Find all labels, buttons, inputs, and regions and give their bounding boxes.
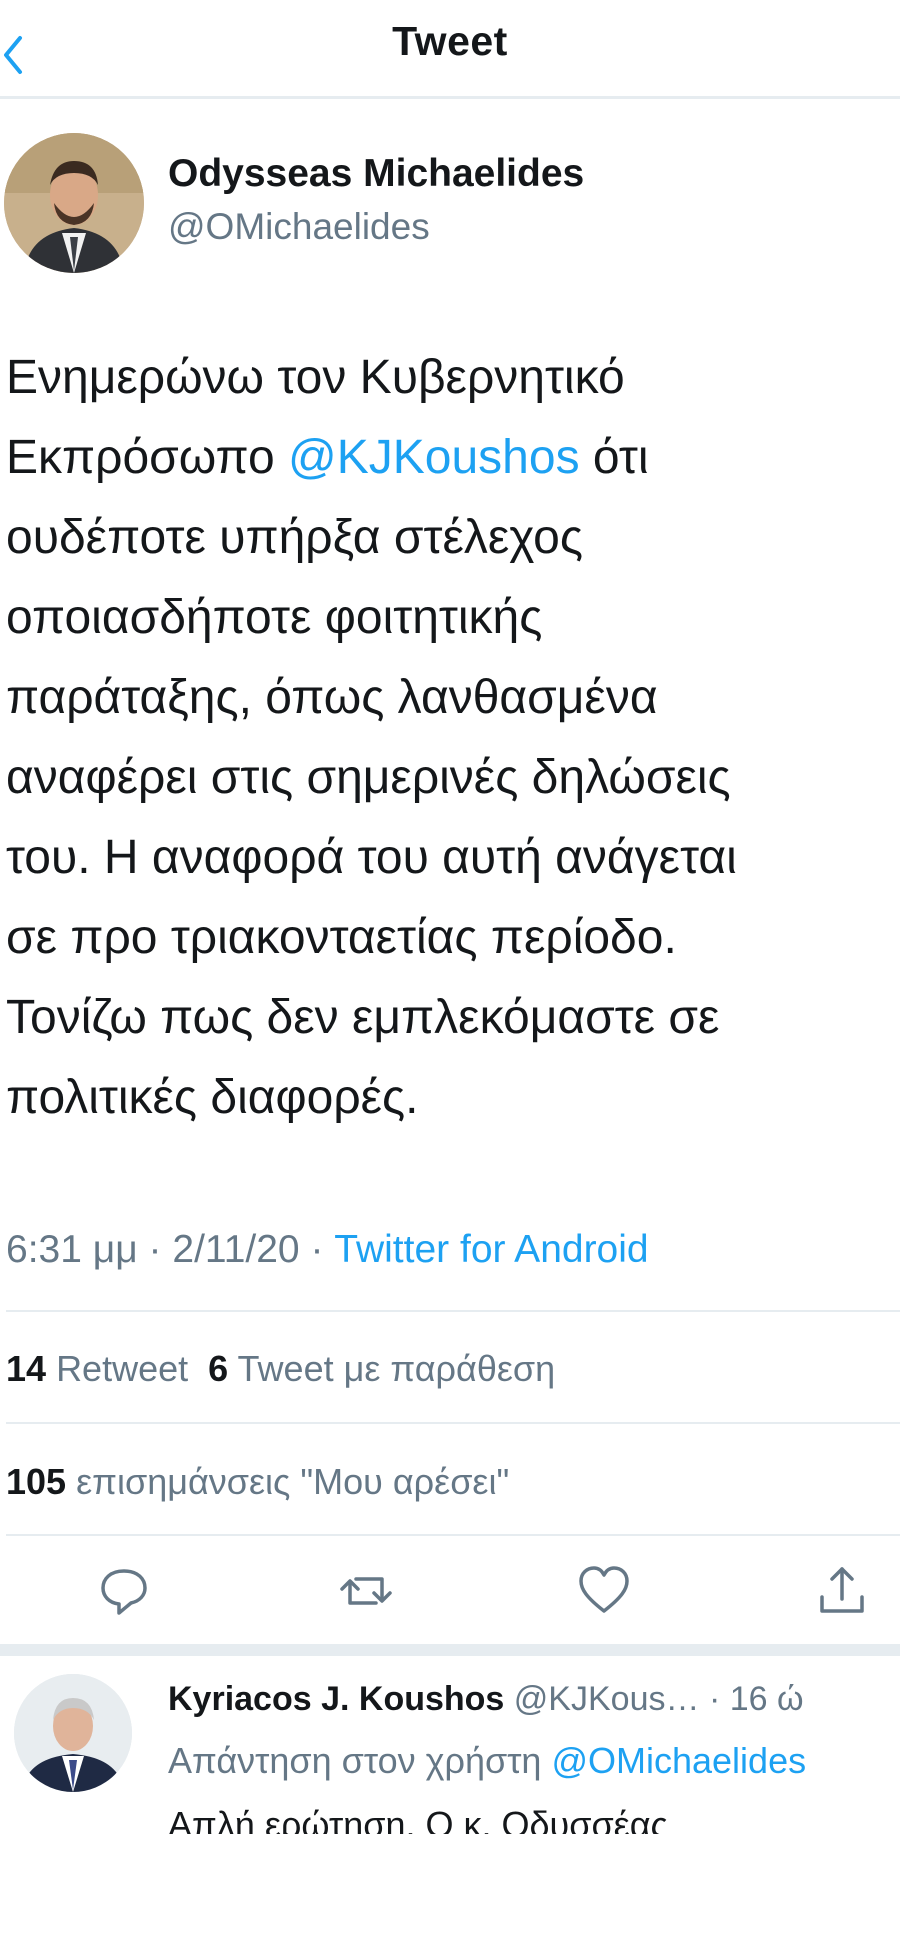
share-button[interactable] bbox=[812, 1561, 872, 1621]
tweet-time: 6:31 μμ bbox=[6, 1228, 138, 1271]
tweet-meta: 6:31 μμ · 2/11/20 · Twitter for Android bbox=[6, 1228, 649, 1272]
meta-separator: · bbox=[310, 1228, 324, 1271]
reply-icon bbox=[101, 1569, 147, 1615]
tweet-line: Τονίζω πως δεν εμπλεκόμαστε σε bbox=[6, 991, 720, 1044]
quote-count: 6 bbox=[208, 1348, 229, 1389]
quote-label: Tweet με παράθεση bbox=[237, 1348, 556, 1389]
like-stats[interactable]: 105 επισημάνσεις "Μου αρέσει" bbox=[6, 1461, 509, 1503]
tweet-line: Εκπρόσωπο @KJKoushos ότι bbox=[6, 418, 900, 498]
like-button[interactable] bbox=[574, 1561, 634, 1621]
replying-mention-link[interactable]: @OMichaelides bbox=[551, 1740, 806, 1781]
tweet-line: Ενημερώνω τον Κυβερνητικό bbox=[6, 351, 625, 404]
tweet-text: Ενημερώνω τον Κυβερνητικό Εκπρόσωπο @KJK… bbox=[6, 338, 900, 1138]
tweet-date: 2/11/20 bbox=[172, 1228, 300, 1271]
mention-link[interactable]: @KJKoushos bbox=[288, 431, 580, 484]
tweet-line: σε προ τριακονταετίας περίοδο. bbox=[6, 911, 677, 964]
tweet-line: ουδέποτε υπήρξα στέλεχος bbox=[6, 511, 583, 564]
nav-divider bbox=[0, 96, 900, 99]
reply-author-photo bbox=[14, 1674, 132, 1792]
retweet-button[interactable] bbox=[336, 1561, 396, 1621]
replying-to: Απάντηση στον χρήστη @OMichaelides bbox=[168, 1740, 806, 1782]
divider bbox=[6, 1534, 900, 1536]
replying-label: Απάντηση στον χρήστη bbox=[168, 1740, 552, 1781]
tweet-line-text: Εκπρόσωπο bbox=[6, 431, 289, 484]
retweet-stats[interactable]: 14 Retweet 6 Tweet με παράθεση bbox=[6, 1348, 555, 1390]
tweet-line: οποιασδήποτε φοιτητικής bbox=[6, 591, 543, 644]
tweet-line: του. Η αναφορά του αυτή ανάγεται bbox=[6, 831, 737, 884]
heart-icon bbox=[579, 1566, 629, 1613]
reply-text: Απλή ερώτηση. Ο κ. Οδυσσέας bbox=[168, 1804, 668, 1834]
reply-author-avatar[interactable] bbox=[14, 1674, 132, 1792]
tweet-line: πολιτικές διαφορές. bbox=[6, 1071, 419, 1124]
divider bbox=[6, 1310, 900, 1312]
like-label: επισημάνσεις "Μου αρέσει" bbox=[76, 1461, 510, 1502]
author-photo bbox=[4, 133, 144, 273]
reply-time: · 16 ώ bbox=[708, 1680, 804, 1718]
reply-button[interactable] bbox=[94, 1561, 154, 1621]
retweet-label: Retweet bbox=[56, 1348, 189, 1389]
author-handle[interactable]: @OMichaelides bbox=[168, 206, 430, 248]
tweet-line-text: ότι bbox=[579, 431, 649, 484]
author-avatar[interactable] bbox=[4, 133, 144, 273]
reply-author-handle[interactable]: @KJKous… bbox=[514, 1680, 700, 1718]
page-title: Tweet bbox=[392, 18, 508, 64]
retweet-count: 14 bbox=[6, 1348, 47, 1389]
reply-header[interactable]: Kyriacos J. Koushos @KJKous… · 16 ώ bbox=[168, 1680, 804, 1719]
section-divider bbox=[0, 1644, 900, 1656]
reply-author-name[interactable]: Kyriacos J. Koushos bbox=[168, 1680, 504, 1718]
meta-separator: · bbox=[148, 1228, 162, 1271]
retweet-icon bbox=[340, 1577, 392, 1605]
tweet-line: αναφέρει στις σημερινές δηλώσεις bbox=[6, 751, 731, 804]
like-count: 105 bbox=[6, 1461, 67, 1502]
tweet-line: παράταξης, όπως λανθασμένα bbox=[6, 671, 658, 724]
share-icon bbox=[820, 1567, 864, 1613]
tweet-source-link[interactable]: Twitter for Android bbox=[334, 1228, 648, 1271]
divider bbox=[6, 1422, 900, 1424]
author-name[interactable]: Odysseas Michaelides bbox=[168, 152, 584, 196]
